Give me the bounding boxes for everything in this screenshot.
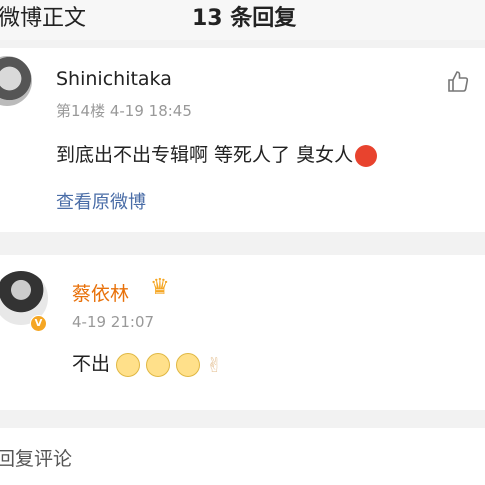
comment-text: 不出 bbox=[72, 353, 111, 375]
comment-content: 不出 ✌ bbox=[72, 349, 226, 377]
reply-comment-input[interactable]: 回复评论 bbox=[0, 444, 72, 471]
verified-badge-icon: V bbox=[30, 315, 47, 332]
comment-meta: 4-19 21:07 bbox=[72, 313, 155, 331]
top-bar: 微博正文 13 条回复 bbox=[0, 0, 485, 40]
eye-roll-face-icon bbox=[176, 352, 201, 377]
comment-card: Shinichitaka 第14楼 4-19 18:45 到底出不出专辑啊 等死… bbox=[0, 48, 485, 232]
comment-text: 到底出不出专辑啊 等死人了 臭女人 bbox=[56, 144, 354, 166]
view-original-post-link[interactable]: 查看原微博 bbox=[56, 188, 146, 214]
victory-hand-icon: ✌ bbox=[206, 352, 223, 377]
angry-face-icon bbox=[355, 144, 378, 167]
comment-meta: 第14楼 4-19 18:45 bbox=[56, 102, 192, 120]
back-to-post-button[interactable]: 微博正文 bbox=[0, 0, 86, 32]
avatar[interactable] bbox=[0, 56, 32, 106]
comment-card: V 蔡依林 ♛ 4-19 21:07 不出 ✌ bbox=[0, 255, 485, 410]
comment-username[interactable]: 蔡依林 bbox=[72, 279, 129, 306]
reply-bar[interactable]: 回复评论 bbox=[0, 428, 485, 485]
comment-username[interactable]: Shinichitaka bbox=[56, 68, 172, 90]
vip-crown-icon: ♛ bbox=[150, 275, 170, 300]
like-icon[interactable] bbox=[446, 70, 470, 94]
comment-content: 到底出不出专辑啊 等死人了 臭女人 bbox=[56, 140, 378, 167]
page-title: 13 条回复 bbox=[192, 6, 297, 31]
eye-roll-face-icon bbox=[116, 352, 141, 377]
eye-roll-face-icon bbox=[146, 352, 171, 377]
